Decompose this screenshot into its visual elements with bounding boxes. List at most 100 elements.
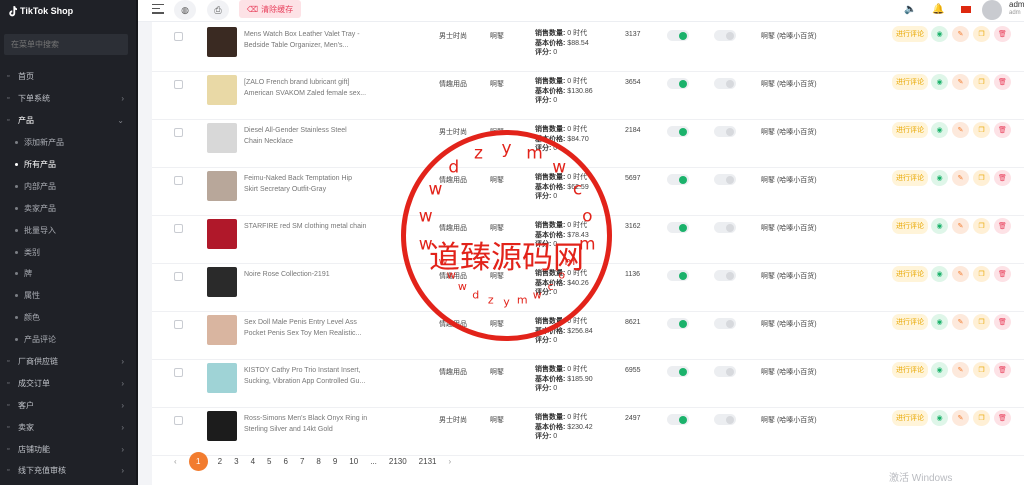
delete-icon[interactable]: 🗑: [994, 266, 1011, 282]
prev-page-button[interactable]: ‹: [174, 457, 177, 466]
page-link[interactable]: 2130: [389, 457, 407, 466]
product-thumbnail[interactable]: [207, 363, 237, 393]
review-button[interactable]: 进行评论: [892, 362, 928, 378]
review-button[interactable]: 进行评论: [892, 122, 928, 138]
product-thumbnail[interactable]: [207, 123, 237, 153]
edit-icon[interactable]: ✎: [952, 74, 969, 90]
featured-toggle[interactable]: [714, 174, 736, 185]
published-toggle[interactable]: [667, 222, 689, 233]
featured-toggle[interactable]: [714, 78, 736, 89]
sidebar-item-10[interactable]: 属性: [0, 285, 138, 307]
featured-toggle[interactable]: [714, 414, 736, 425]
edit-icon[interactable]: ✎: [952, 170, 969, 186]
product-thumbnail[interactable]: [207, 219, 237, 249]
menu-toggle-icon[interactable]: [152, 4, 164, 14]
page-link[interactable]: 4: [251, 457, 255, 466]
copy-icon[interactable]: ❐: [973, 266, 990, 282]
view-icon[interactable]: ◉: [931, 266, 948, 282]
view-icon[interactable]: ◉: [931, 26, 948, 42]
sidebar-item-1[interactable]: ▫ 下单系统 ›: [0, 88, 138, 110]
delete-icon[interactable]: 🗑: [994, 362, 1011, 378]
page-link[interactable]: 3: [234, 457, 238, 466]
view-icon[interactable]: ◉: [931, 122, 948, 138]
sidebar-item-2[interactable]: ▫ 产品 ⌄: [0, 110, 138, 132]
copy-icon[interactable]: ❐: [973, 314, 990, 330]
print-icon[interactable]: ⎙: [207, 0, 229, 20]
language-flag-icon[interactable]: [961, 6, 971, 13]
review-button[interactable]: 进行评论: [892, 170, 928, 186]
view-icon[interactable]: ◉: [931, 74, 948, 90]
featured-toggle[interactable]: [714, 366, 736, 377]
menu-search-input[interactable]: [4, 34, 128, 55]
sidebar-item-4[interactable]: 所有产品: [0, 154, 138, 176]
page-link[interactable]: 2: [218, 457, 222, 466]
edit-icon[interactable]: ✎: [952, 266, 969, 282]
speaker-icon[interactable]: 🔈: [904, 4, 916, 15]
sidebar-item-11[interactable]: 颜色: [0, 307, 138, 329]
globe-icon[interactable]: ◍: [174, 0, 196, 20]
sidebar-item-0[interactable]: ▫ 首页: [0, 66, 138, 88]
delete-icon[interactable]: 🗑: [994, 410, 1011, 426]
product-thumbnail[interactable]: [207, 411, 237, 441]
row-checkbox[interactable]: [174, 320, 183, 329]
view-icon[interactable]: ◉: [931, 170, 948, 186]
view-icon[interactable]: ◉: [931, 410, 948, 426]
edit-icon[interactable]: ✎: [952, 26, 969, 42]
copy-icon[interactable]: ❐: [973, 74, 990, 90]
published-toggle[interactable]: [667, 174, 689, 185]
product-thumbnail[interactable]: [207, 75, 237, 105]
sidebar-scrollbar[interactable]: [136, 0, 138, 485]
row-checkbox[interactable]: [174, 128, 183, 137]
product-name[interactable]: KISTOY Cathy Pro Trio Instant Insert, Su…: [244, 365, 372, 387]
row-checkbox[interactable]: [174, 176, 183, 185]
product-name[interactable]: STARFIRE red SM clothing metal chain: [244, 221, 372, 232]
sidebar-item-8[interactable]: 类别: [0, 241, 138, 263]
avatar[interactable]: [982, 0, 1002, 20]
delete-icon[interactable]: 🗑: [994, 26, 1011, 42]
review-button[interactable]: 进行评论: [892, 26, 928, 42]
sidebar-item-13[interactable]: ▫ 厂商供应链 ›: [0, 351, 138, 373]
view-icon[interactable]: ◉: [931, 218, 948, 234]
view-icon[interactable]: ◉: [931, 314, 948, 330]
product-thumbnail[interactable]: [207, 27, 237, 57]
edit-icon[interactable]: ✎: [952, 122, 969, 138]
delete-icon[interactable]: 🗑: [994, 314, 1011, 330]
copy-icon[interactable]: ❐: [973, 26, 990, 42]
page-link[interactable]: ...: [370, 457, 377, 466]
delete-icon[interactable]: 🗑: [994, 122, 1011, 138]
product-thumbnail[interactable]: [207, 171, 237, 201]
sidebar-item-9[interactable]: 牌: [0, 263, 138, 285]
published-toggle[interactable]: [667, 78, 689, 89]
edit-icon[interactable]: ✎: [952, 410, 969, 426]
row-checkbox[interactable]: [174, 224, 183, 233]
delete-icon[interactable]: 🗑: [994, 74, 1011, 90]
published-toggle[interactable]: [667, 414, 689, 425]
sidebar-item-6[interactable]: 卖家产品: [0, 197, 138, 219]
product-thumbnail[interactable]: [207, 315, 237, 345]
delete-icon[interactable]: 🗑: [994, 218, 1011, 234]
page-current[interactable]: 1: [188, 451, 208, 471]
logo[interactable]: TikTok Shop: [0, 0, 138, 22]
copy-icon[interactable]: ❐: [973, 122, 990, 138]
bell-icon[interactable]: 🔔: [932, 4, 944, 15]
sidebar-item-12[interactable]: 产品评论: [0, 329, 138, 351]
sidebar-item-14[interactable]: ▫ 成交订单 ›: [0, 372, 138, 394]
featured-toggle[interactable]: [714, 126, 736, 137]
review-button[interactable]: 进行评论: [892, 218, 928, 234]
sidebar-item-18[interactable]: ▫ 线下充值审核 ›: [0, 460, 138, 482]
review-button[interactable]: 进行评论: [892, 314, 928, 330]
product-name[interactable]: Feimu-Naked Back Temptation Hip Skirt Se…: [244, 173, 372, 195]
review-button[interactable]: 进行评论: [892, 74, 928, 90]
next-page-button[interactable]: ›: [448, 457, 451, 466]
sidebar-item-16[interactable]: ▫ 卖家 ›: [0, 416, 138, 438]
row-checkbox[interactable]: [174, 416, 183, 425]
product-name[interactable]: Diesel All-Gender Stainless Steel Chain …: [244, 125, 372, 147]
product-name[interactable]: Noire Rose Collection-2191: [244, 269, 372, 280]
product-thumbnail[interactable]: [207, 267, 237, 297]
featured-toggle[interactable]: [714, 270, 736, 281]
row-checkbox[interactable]: [174, 80, 183, 89]
row-checkbox[interactable]: [174, 272, 183, 281]
page-link[interactable]: 9: [333, 457, 337, 466]
review-button[interactable]: 进行评论: [892, 266, 928, 282]
copy-icon[interactable]: ❐: [973, 362, 990, 378]
